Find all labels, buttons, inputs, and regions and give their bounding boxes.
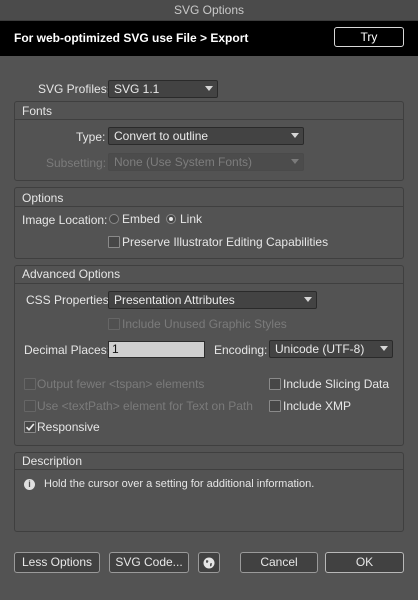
- encoding-value: Unicode (UTF-8): [275, 342, 365, 356]
- fewer-tspan-label: Output fewer <tspan> elements: [37, 377, 205, 391]
- svg-code-label: SVG Code...: [115, 555, 183, 569]
- web-preview-button[interactable]: [198, 552, 220, 573]
- ok-label: OK: [355, 555, 374, 569]
- description-text: Hold the cursor over a setting for addit…: [44, 478, 315, 490]
- responsive-checkbox[interactable]: [24, 421, 36, 433]
- ok-button[interactable]: OK: [325, 552, 404, 573]
- unused-styles-checkbox[interactable]: [108, 318, 120, 330]
- css-properties-select[interactable]: Presentation Attributes: [108, 291, 317, 309]
- chevron-down-icon: [380, 346, 388, 351]
- svg-profiles-label: SVG Profiles:: [38, 82, 111, 96]
- embed-radio[interactable]: [109, 214, 119, 224]
- checkmark-icon: [25, 423, 35, 432]
- try-button-label: Try: [360, 30, 378, 44]
- textpath-label: Use <textPath> element for Text on Path: [37, 399, 253, 413]
- globe-icon: [203, 557, 215, 568]
- font-type-value: Convert to outline: [114, 129, 209, 143]
- advanced-section-title: Advanced Options: [22, 267, 121, 281]
- textpath-checkbox[interactable]: [24, 400, 36, 412]
- slicing-data-label: Include Slicing Data: [283, 377, 390, 391]
- encoding-select[interactable]: Unicode (UTF-8): [269, 340, 393, 358]
- css-properties-label: CSS Properties:: [26, 293, 113, 307]
- window-title: SVG Options: [173, 3, 245, 17]
- svg-code-button[interactable]: SVG Code...: [109, 552, 189, 573]
- chevron-down-icon: [205, 86, 213, 91]
- fonts-divider: [14, 119, 404, 120]
- svg-profiles-select[interactable]: SVG 1.1: [108, 80, 218, 98]
- link-label: Link: [180, 212, 203, 226]
- description-divider: [14, 469, 404, 470]
- options-section-title: Options: [22, 191, 64, 205]
- subsetting-value: None (Use System Fonts): [114, 155, 253, 169]
- preserve-editing-checkbox[interactable]: [108, 236, 120, 248]
- advanced-divider: [14, 283, 404, 284]
- chevron-down-icon: [291, 133, 299, 138]
- css-properties-value: Presentation Attributes: [114, 293, 235, 307]
- export-banner: For web-optimized SVG use File > Export …: [0, 21, 418, 56]
- xmp-checkbox[interactable]: [269, 400, 281, 412]
- image-location-label: Image Location:: [22, 213, 108, 227]
- link-radio[interactable]: [166, 214, 176, 224]
- svg-profiles-value: SVG 1.1: [114, 82, 160, 96]
- font-type-select[interactable]: Convert to outline: [108, 127, 304, 145]
- cancel-label: Cancel: [260, 555, 298, 569]
- less-options-button[interactable]: Less Options: [14, 552, 100, 573]
- xmp-label: Include XMP: [283, 399, 352, 413]
- less-options-label: Less Options: [21, 555, 93, 569]
- chevron-down-icon: [304, 297, 312, 302]
- embed-label: Embed: [122, 212, 161, 226]
- try-button[interactable]: Try: [334, 27, 404, 47]
- decimal-places-value: 1: [112, 342, 119, 356]
- subsetting-label: Subsetting:: [46, 156, 107, 170]
- decimal-places-label: Decimal Places:: [24, 343, 111, 357]
- options-divider: [14, 206, 404, 207]
- chevron-down-icon: [291, 159, 299, 164]
- banner-text: For web-optimized SVG use File > Export: [14, 31, 249, 45]
- font-type-label: Type:: [76, 130, 106, 144]
- responsive-label: Responsive: [37, 420, 100, 434]
- fewer-tspan-checkbox[interactable]: [24, 378, 36, 390]
- window-title-bar: SVG Options: [0, 0, 418, 21]
- preserve-editing-label: Preserve Illustrator Editing Capabilitie…: [122, 235, 329, 249]
- cancel-button[interactable]: Cancel: [240, 552, 318, 573]
- description-section-title: Description: [22, 454, 83, 468]
- subsetting-select[interactable]: None (Use System Fonts): [108, 153, 304, 171]
- fonts-section-title: Fonts: [22, 104, 53, 118]
- slicing-data-checkbox[interactable]: [269, 378, 281, 390]
- encoding-label: Encoding:: [214, 343, 268, 357]
- decimal-places-field[interactable]: 1: [108, 341, 205, 358]
- unused-styles-label: Include Unused Graphic Styles: [122, 317, 287, 331]
- info-icon: i: [24, 479, 35, 490]
